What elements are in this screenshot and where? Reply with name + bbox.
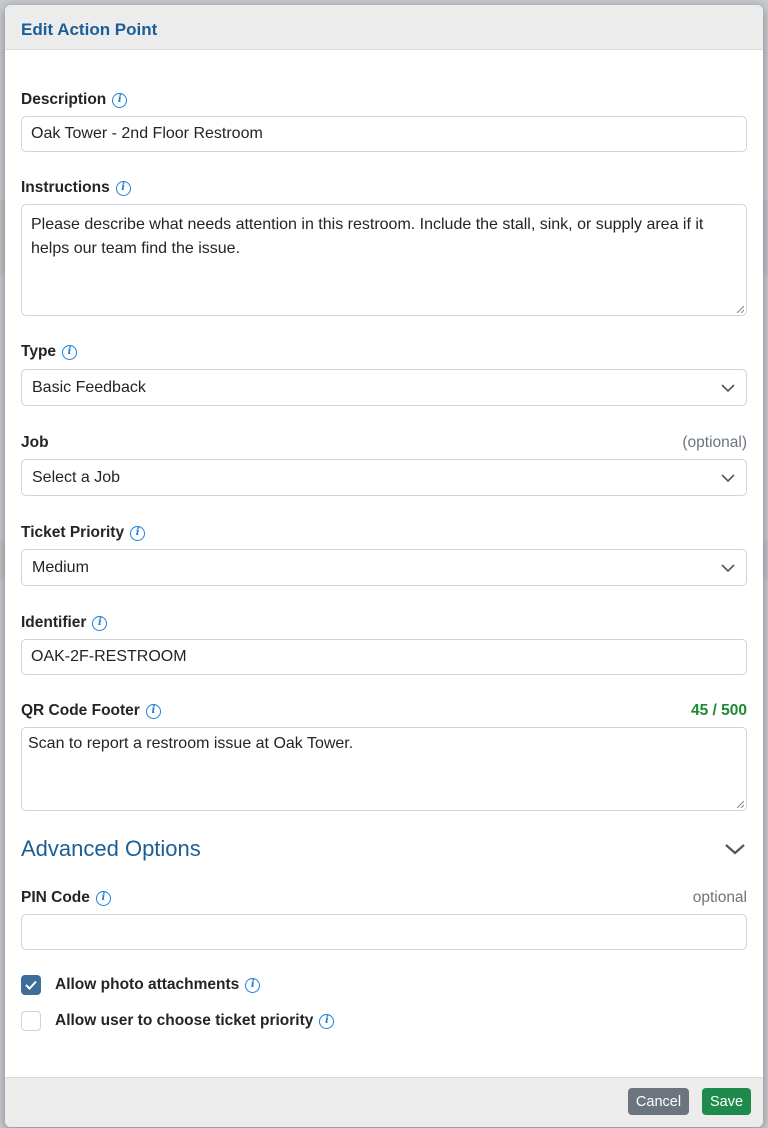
resize-grip-icon[interactable] (736, 305, 744, 313)
checkmark-icon (25, 980, 37, 990)
allow-priority-row[interactable]: Allow user to choose ticket priority i (21, 1011, 335, 1031)
job-value: Select a Job (32, 468, 121, 486)
info-icon[interactable]: i (245, 977, 261, 993)
qr-footer-value: Scan to report a restroom issue at Oak T… (28, 735, 354, 752)
qr-footer-textarea[interactable]: Scan to report a restroom issue at Oak T… (21, 727, 747, 811)
instructions-label: Instructions i (21, 179, 131, 197)
pin-optional-text: optional (692, 889, 747, 906)
ticket-priority-label-row: Ticket Priority i (21, 523, 747, 543)
pin-code-label: PIN Code i (21, 889, 111, 907)
pin-code-label-text: PIN Code (21, 889, 90, 906)
ticket-priority-select[interactable]: Medium (21, 549, 747, 586)
allow-photo-checkbox[interactable] (21, 975, 41, 995)
description-label-text: Description (21, 91, 107, 108)
modal-header: Edit Action Point (5, 5, 763, 50)
edit-action-point-modal: Edit Action Point Description i Oak Towe… (5, 5, 763, 1127)
instructions-label-row: Instructions i (21, 178, 747, 198)
job-optional-text: (optional) (682, 434, 747, 451)
type-label-row: Type i (21, 342, 747, 362)
description-label: Description i (21, 91, 128, 109)
ticket-priority-value: Medium (32, 558, 89, 576)
description-value: Oak Tower - 2nd Floor Restroom (31, 125, 263, 142)
ticket-priority-label-text: Ticket Priority (21, 524, 125, 541)
instructions-label-text: Instructions (21, 179, 110, 196)
identifier-input[interactable]: OAK-2F-RESTROOM (21, 639, 747, 675)
job-label-row: Job (optional) (21, 433, 747, 453)
qr-footer-label-text: QR Code Footer (21, 702, 140, 719)
allow-photo-label-text: Allow photo attachments (55, 976, 240, 993)
chevron-down-icon[interactable] (723, 837, 747, 861)
info-icon[interactable]: i (112, 92, 128, 108)
allow-priority-label-text: Allow user to choose ticket priority (55, 1012, 314, 1029)
advanced-options-toggle[interactable]: Advanced Options (21, 836, 201, 862)
description-input[interactable]: Oak Tower - 2nd Floor Restroom (21, 116, 747, 152)
identifier-label-row: Identifier i (21, 613, 747, 633)
info-icon[interactable]: i (145, 703, 161, 719)
instructions-value: Please describe what needs attention in … (31, 216, 704, 257)
instructions-textarea[interactable]: Please describe what needs attention in … (21, 204, 747, 316)
ticket-priority-label: Ticket Priority i (21, 524, 146, 542)
allow-photo-row[interactable]: Allow photo attachments i (21, 975, 261, 995)
type-value: Basic Feedback (32, 378, 146, 396)
identifier-value: OAK-2F-RESTROOM (31, 648, 187, 665)
description-label-row: Description i (21, 90, 747, 110)
save-button[interactable]: Save (702, 1088, 751, 1115)
type-label: Type i (21, 343, 78, 361)
qr-footer-label-row: QR Code Footer i 45 / 500 (21, 701, 747, 721)
chevron-down-icon (721, 473, 735, 482)
info-icon[interactable]: i (130, 525, 146, 541)
identifier-label: Identifier i (21, 614, 108, 632)
modal-title: Edit Action Point (21, 20, 158, 39)
pin-code-input[interactable] (21, 914, 747, 950)
info-icon[interactable]: i (95, 890, 111, 906)
pin-code-label-row: PIN Code i optional (21, 888, 747, 908)
info-icon[interactable]: i (319, 1013, 335, 1029)
info-icon[interactable]: i (62, 344, 78, 360)
info-icon[interactable]: i (92, 615, 108, 631)
job-select[interactable]: Select a Job (21, 459, 747, 496)
info-icon[interactable]: i (115, 180, 131, 196)
chevron-down-icon (721, 563, 735, 572)
qr-footer-label: QR Code Footer i (21, 702, 161, 720)
identifier-label-text: Identifier (21, 614, 87, 631)
cancel-button[interactable]: Cancel (628, 1088, 689, 1115)
chevron-down-icon (721, 383, 735, 392)
modal-footer: Cancel Save (5, 1077, 763, 1127)
allow-priority-label: Allow user to choose ticket priority i (55, 1012, 335, 1030)
allow-priority-checkbox[interactable] (21, 1011, 41, 1031)
resize-grip-icon[interactable] (736, 800, 744, 808)
allow-photo-label: Allow photo attachments i (55, 976, 261, 994)
type-select[interactable]: Basic Feedback (21, 369, 747, 406)
job-label: Job (21, 434, 49, 451)
character-counter: 45 / 500 (690, 702, 747, 719)
type-label-text: Type (21, 343, 57, 360)
